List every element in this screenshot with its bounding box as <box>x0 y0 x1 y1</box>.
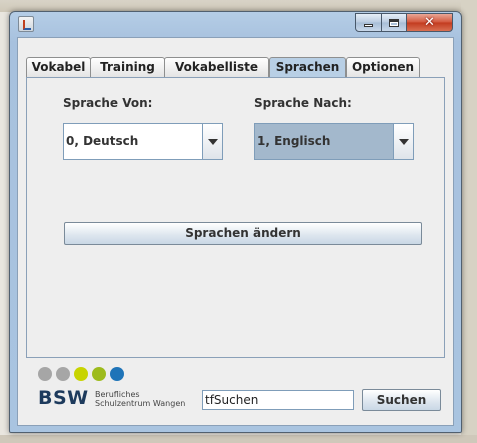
logo-dot <box>38 367 52 381</box>
application-window: ✕ Vokabel Training Vokabelliste Sprachen… <box>9 11 462 433</box>
logo-dot <box>92 367 106 381</box>
chevron-down-icon[interactable] <box>393 124 413 159</box>
sprache-von-dropdown[interactable]: 0, Deutsch <box>63 123 223 160</box>
tab-sprachen[interactable]: Sprachen <box>269 57 346 78</box>
logo-text: BSW <box>38 387 89 409</box>
logo-subtitle: Berufliches Schulzentrum Wangen <box>95 390 195 408</box>
minimize-icon <box>364 24 373 27</box>
logo-line2: Schulzentrum Wangen <box>95 399 186 408</box>
tab-training[interactable]: Training <box>90 57 165 77</box>
close-button[interactable]: ✕ <box>406 13 453 32</box>
sprachen-panel: Sprache Von: Sprache Nach: 0, Deutsch 1,… <box>26 77 445 358</box>
logo-dot <box>56 367 70 381</box>
desktop-background-bottom <box>0 435 477 443</box>
logo-dot <box>74 367 88 381</box>
logo-dot <box>110 367 124 381</box>
search-button[interactable]: Suchen <box>362 389 441 411</box>
sprache-nach-dropdown[interactable]: 1, Englisch <box>254 123 414 160</box>
bsw-logo: BSW Berufliches Schulzentrum Wangen <box>38 367 188 417</box>
desktop-background-right <box>461 0 477 443</box>
sprache-nach-label: Sprache Nach: <box>254 96 352 110</box>
logo-line1: Berufliches <box>95 390 140 399</box>
sprachen-aendern-button[interactable]: Sprachen ändern <box>64 222 422 245</box>
maximize-icon <box>389 18 399 27</box>
tab-vokabelliste[interactable]: Vokabelliste <box>164 57 269 77</box>
content-pane: Vokabel Training Vokabelliste Sprachen O… <box>17 37 454 426</box>
maximize-button[interactable] <box>381 13 407 32</box>
tab-optionen[interactable]: Optionen <box>346 57 420 77</box>
sprache-von-value: 0, Deutsch <box>66 134 139 148</box>
java-app-icon[interactable] <box>18 16 34 32</box>
close-icon: ✕ <box>424 15 435 30</box>
sprache-von-label: Sprache Von: <box>63 96 153 110</box>
sprache-nach-value: 1, Englisch <box>257 134 331 148</box>
tab-vokabel[interactable]: Vokabel <box>26 57 91 77</box>
search-input[interactable] <box>202 390 354 410</box>
title-bar[interactable]: ✕ <box>10 12 461 36</box>
minimize-button[interactable] <box>355 13 382 32</box>
chevron-down-icon[interactable] <box>202 124 222 159</box>
